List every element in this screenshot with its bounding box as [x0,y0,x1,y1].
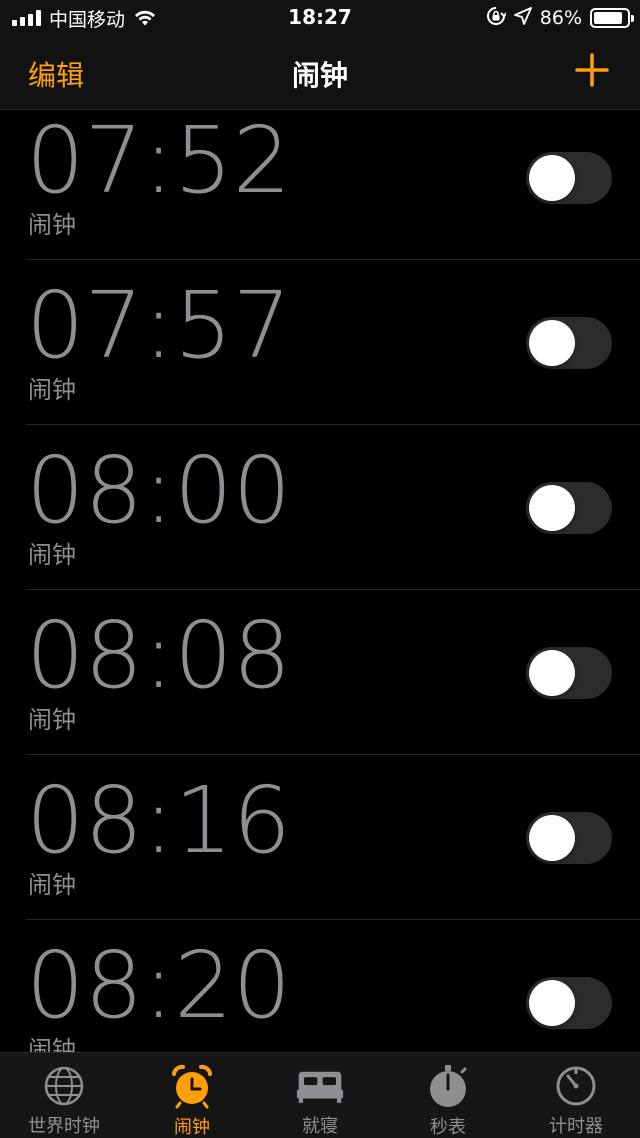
alarm-toggle[interactable] [526,482,612,534]
globe-icon [40,1063,88,1108]
clock-app-screen: 中国移动 18:27 86% 编辑 闹钟 07:52 闹钟 07:57 闹钟 0… [0,0,640,1138]
status-bar: 中国移动 18:27 86% [0,0,640,36]
tab-alarm-clock[interactable]: 闹钟 [128,1053,256,1138]
tab-label: 计时器 [549,1116,603,1137]
toggle-knob [529,650,575,696]
alarm-label: 闹钟 [28,376,76,404]
tab-globe[interactable]: 世界时钟 [0,1053,128,1138]
alarm-row[interactable]: 07:52 闹钟 [0,110,640,260]
plus-icon [575,53,609,87]
battery-fill [594,12,622,24]
toggle-knob [529,980,575,1026]
tab-stopwatch[interactable]: 秒表 [384,1053,512,1138]
alarm-toggle[interactable] [526,152,612,204]
battery-percent: 86% [539,7,582,29]
alarm-toggle[interactable] [526,647,612,699]
tab-label: 就寝 [302,1116,338,1137]
battery-icon [590,8,634,28]
alarm-toggle[interactable] [526,812,612,864]
alarm-label: 闹钟 [28,871,76,899]
bed-icon [296,1063,344,1108]
toggle-knob [529,320,575,366]
alarm-row[interactable]: 07:57 闹钟 [0,260,640,425]
alarm-label: 闹钟 [28,1036,76,1052]
alarm-time: 07:57 [26,272,292,379]
alarm-clock-icon [168,1063,216,1109]
alarm-label: 闹钟 [28,541,76,569]
alarm-time: 08:08 [26,602,292,709]
navigation-bar: 编辑 闹钟 [0,36,640,110]
tab-label: 世界时钟 [28,1116,100,1137]
toggle-knob [529,155,575,201]
alarm-label: 闹钟 [28,706,76,734]
toggle-knob [529,485,575,531]
alarm-time: 07:52 [26,110,292,214]
tab-label: 闹钟 [174,1117,210,1138]
alarm-row[interactable]: 08:00 闹钟 [0,425,640,590]
alarm-time: 08:16 [26,767,292,874]
add-alarm-button[interactable] [572,50,612,90]
tab-bar: 世界时钟 闹钟 就寝 秒表 计时器 [0,1052,640,1138]
alarm-list: 07:52 闹钟 07:57 闹钟 08:00 闹钟 08:08 闹钟 08:16 闹钟 08:20… [0,110,640,1052]
alarm-label: 闹钟 [28,211,76,239]
alarm-time: 08:20 [26,932,292,1039]
page-title: 闹钟 [291,59,348,92]
alarm-toggle[interactable] [526,977,612,1029]
alarm-row[interactable]: 08:16 闹钟 [0,755,640,920]
tab-timer[interactable]: 计时器 [512,1053,640,1138]
status-bar-right: 86% [486,6,634,30]
toggle-knob [529,815,575,861]
alarm-toggle[interactable] [526,317,612,369]
alarm-row[interactable]: 08:08 闹钟 [0,590,640,755]
location-icon [513,7,532,29]
timer-icon [552,1063,600,1108]
alarm-row[interactable]: 08:20 闹钟 [0,920,640,1052]
stopwatch-icon [424,1063,472,1109]
tab-bed[interactable]: 就寝 [256,1053,384,1138]
alarm-time: 08:00 [26,437,292,544]
orientation-lock-icon [486,6,508,30]
tab-label: 秒表 [430,1117,466,1138]
